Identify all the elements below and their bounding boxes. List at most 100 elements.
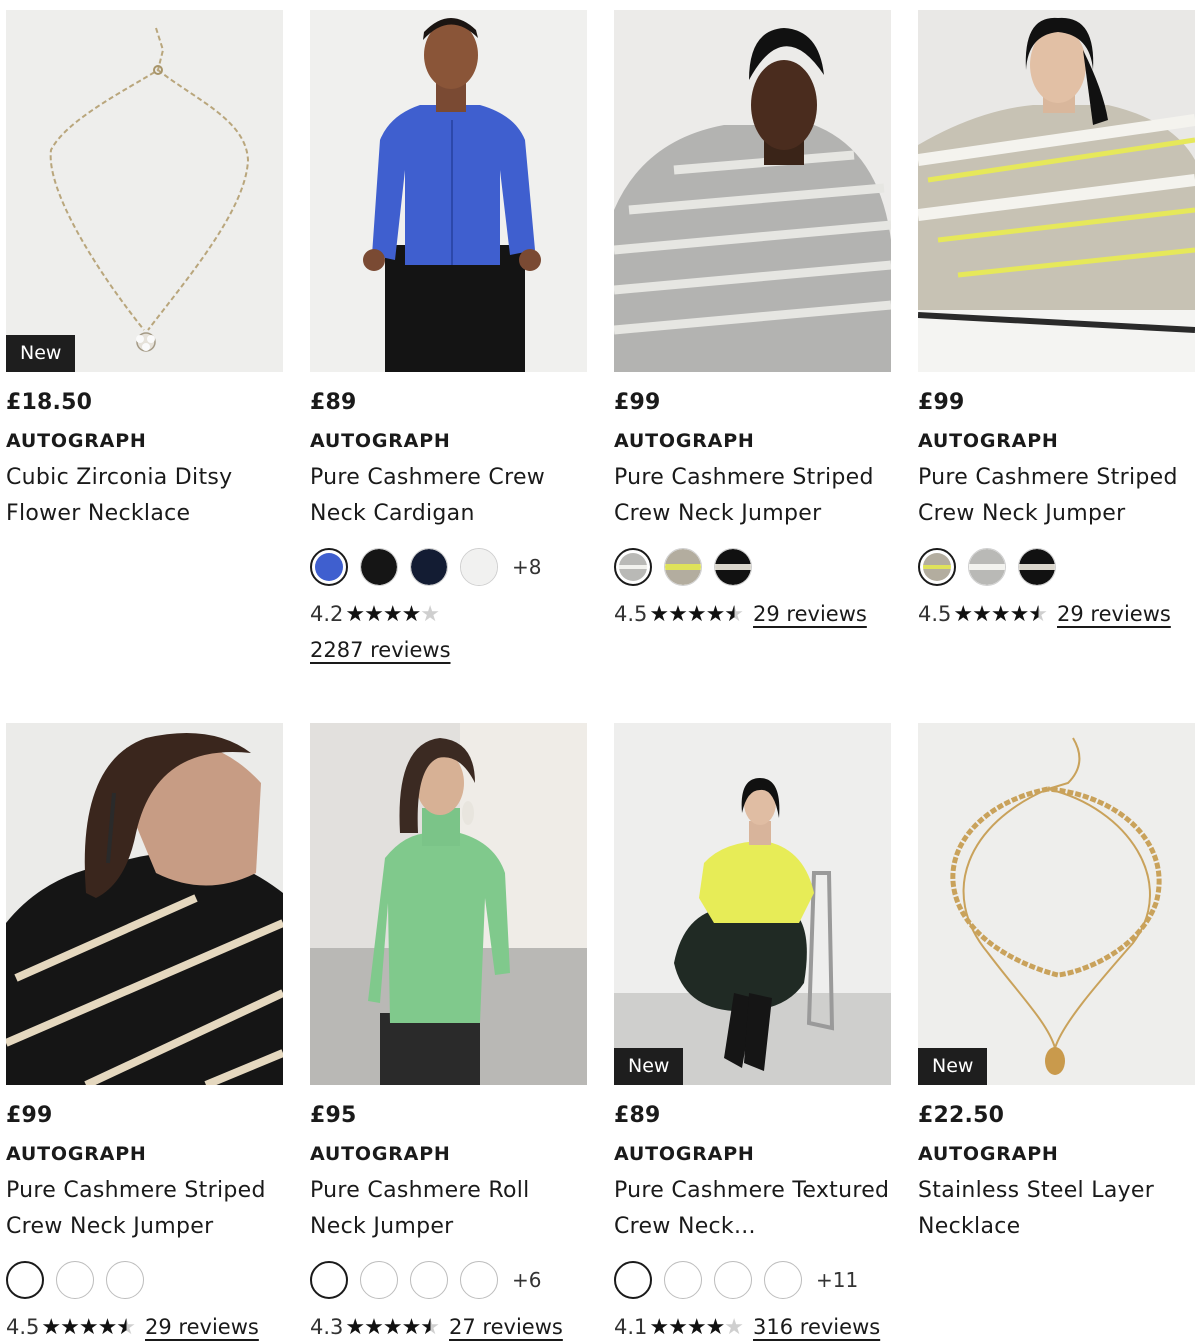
product-brand: AUTOGRAPH bbox=[6, 430, 147, 452]
rating-value: 4.2 bbox=[310, 602, 344, 626]
product-rating: 4.5 ★★★★★ 29 reviews bbox=[6, 1313, 283, 1341]
product-price: £89 bbox=[614, 1103, 661, 1128]
colour-swatch[interactable] bbox=[360, 1261, 398, 1299]
product-card[interactable]: £95 AUTOGRAPH Pure Cashmere Roll Neck Ju… bbox=[310, 723, 587, 1342]
colour-swatch-ivory[interactable] bbox=[460, 548, 498, 586]
model-image bbox=[310, 10, 587, 372]
product-title[interactable]: Pure Cashmere Textured Crew Neck... bbox=[614, 1173, 891, 1245]
more-colours[interactable]: +8 bbox=[512, 555, 541, 579]
rating-value: 4.5 bbox=[614, 602, 648, 626]
product-price: £99 bbox=[918, 390, 965, 415]
rating-value: 4.3 bbox=[310, 1315, 344, 1339]
product-brand: AUTOGRAPH bbox=[614, 430, 755, 452]
product-image[interactable]: New bbox=[6, 10, 283, 372]
product-image[interactable] bbox=[310, 10, 587, 372]
colour-swatch[interactable] bbox=[664, 1261, 702, 1299]
reviews-link[interactable]: 27 reviews bbox=[449, 1315, 563, 1339]
star-rating-icon: ★★★★★ bbox=[649, 1314, 744, 1340]
product-price: £99 bbox=[614, 390, 661, 415]
product-brand: AUTOGRAPH bbox=[614, 1143, 755, 1165]
colour-swatch-black-stripe[interactable] bbox=[1018, 548, 1056, 586]
colour-swatch-blue[interactable] bbox=[310, 548, 348, 586]
product-row: £99 AUTOGRAPH Pure Cashmere Striped Crew… bbox=[6, 723, 1197, 1342]
model-image bbox=[614, 10, 891, 372]
product-rating: 4.1 ★★★★★ 316 reviews bbox=[614, 1313, 891, 1341]
colour-swatch-grey-stripe[interactable] bbox=[968, 548, 1006, 586]
product-rating: 4.5 ★★★★★ 29 reviews bbox=[614, 600, 891, 628]
product-brand: AUTOGRAPH bbox=[918, 430, 1059, 452]
product-card[interactable]: New £22.50 AUTOGRAPH Stainless Steel Lay… bbox=[918, 723, 1195, 1342]
colour-swatch[interactable] bbox=[310, 1261, 348, 1299]
colour-swatch[interactable] bbox=[106, 1261, 144, 1299]
reviews-link[interactable]: 29 reviews bbox=[145, 1315, 259, 1339]
product-row: New £18.50 AUTOGRAPH Cubic Zirconia Dits… bbox=[6, 10, 1197, 723]
product-brand: AUTOGRAPH bbox=[310, 1143, 451, 1165]
product-card[interactable]: New £89 AUTOGRAPH Pure Cashmere Textured… bbox=[614, 723, 891, 1342]
colour-swatch[interactable] bbox=[410, 1261, 448, 1299]
colour-swatch-navy[interactable] bbox=[410, 548, 448, 586]
necklace-image bbox=[918, 723, 1195, 1085]
product-title[interactable]: Cubic Zirconia Ditsy Flower Necklace bbox=[6, 460, 283, 532]
product-card[interactable]: £99 AUTOGRAPH Pure Cashmere Striped Crew… bbox=[918, 10, 1195, 723]
colour-swatch-black[interactable] bbox=[360, 548, 398, 586]
product-title[interactable]: Pure Cashmere Crew Neck Cardigan bbox=[310, 460, 587, 532]
product-grid: New £18.50 AUTOGRAPH Cubic Zirconia Dits… bbox=[6, 10, 1197, 1342]
product-card[interactable]: £99 AUTOGRAPH Pure Cashmere Striped Crew… bbox=[614, 10, 891, 723]
new-badge: New bbox=[6, 335, 76, 372]
product-rating: 4.2 ★★★★★ bbox=[310, 600, 587, 628]
rating-value: 4.5 bbox=[6, 1315, 40, 1339]
star-rating-icon: ★★★★★ bbox=[345, 1314, 440, 1340]
colour-swatch[interactable] bbox=[614, 1261, 652, 1299]
star-rating-icon: ★★★★★ bbox=[953, 601, 1048, 627]
new-badge: New bbox=[614, 1048, 684, 1085]
product-card[interactable]: £99 AUTOGRAPH Pure Cashmere Striped Crew… bbox=[6, 723, 283, 1342]
reviews-link[interactable]: 29 reviews bbox=[1057, 602, 1171, 626]
colour-swatches: +6 bbox=[310, 1261, 587, 1299]
product-price: £22.50 bbox=[918, 1103, 1005, 1128]
colour-swatch-black-stripe[interactable] bbox=[714, 548, 752, 586]
product-image[interactable] bbox=[310, 723, 587, 1085]
product-title[interactable]: Pure Cashmere Striped Crew Neck Jumper bbox=[918, 460, 1195, 532]
colour-swatch[interactable] bbox=[764, 1261, 802, 1299]
product-image[interactable] bbox=[918, 10, 1195, 372]
product-price: £89 bbox=[310, 390, 357, 415]
necklace-image bbox=[6, 10, 283, 372]
colour-swatch-oatmeal-stripe[interactable] bbox=[664, 548, 702, 586]
product-price: £99 bbox=[6, 1103, 53, 1128]
star-rating-icon: ★★★★★ bbox=[345, 601, 440, 627]
more-colours[interactable]: +6 bbox=[512, 1268, 541, 1292]
product-rating: 4.3 ★★★★★ 27 reviews bbox=[310, 1313, 587, 1341]
colour-swatches bbox=[918, 548, 1195, 586]
colour-swatch[interactable] bbox=[56, 1261, 94, 1299]
rating-value: 4.5 bbox=[918, 602, 952, 626]
colour-swatch[interactable] bbox=[460, 1261, 498, 1299]
product-title[interactable]: Stainless Steel Layer Necklace bbox=[918, 1173, 1195, 1245]
reviews-link[interactable]: 2287 reviews bbox=[310, 638, 587, 662]
colour-swatch[interactable] bbox=[6, 1261, 44, 1299]
product-image[interactable]: New bbox=[918, 723, 1195, 1085]
product-image[interactable] bbox=[6, 723, 283, 1085]
colour-swatch[interactable] bbox=[714, 1261, 752, 1299]
colour-swatch-oatmeal-stripe[interactable] bbox=[918, 548, 956, 586]
product-title[interactable]: Pure Cashmere Striped Crew Neck Jumper bbox=[614, 460, 891, 532]
star-rating-icon: ★★★★★ bbox=[649, 601, 744, 627]
reviews-link[interactable]: 29 reviews bbox=[753, 602, 867, 626]
colour-swatch-grey-stripe[interactable] bbox=[614, 548, 652, 586]
product-image[interactable]: New bbox=[614, 723, 891, 1085]
product-brand: AUTOGRAPH bbox=[310, 430, 451, 452]
more-colours[interactable]: +11 bbox=[816, 1268, 858, 1292]
product-brand: AUTOGRAPH bbox=[6, 1143, 147, 1165]
star-rating-icon: ★★★★★ bbox=[41, 1314, 136, 1340]
model-image bbox=[918, 10, 1195, 372]
colour-swatches: +11 bbox=[614, 1261, 891, 1299]
product-title[interactable]: Pure Cashmere Roll Neck Jumper bbox=[310, 1173, 587, 1245]
model-image bbox=[310, 723, 587, 1085]
product-card[interactable]: New £18.50 AUTOGRAPH Cubic Zirconia Dits… bbox=[6, 10, 283, 723]
rating-value: 4.1 bbox=[614, 1315, 648, 1339]
product-price: £18.50 bbox=[6, 390, 93, 415]
model-image bbox=[6, 723, 283, 1085]
product-card[interactable]: £89 AUTOGRAPH Pure Cashmere Crew Neck Ca… bbox=[310, 10, 587, 723]
product-title[interactable]: Pure Cashmere Striped Crew Neck Jumper bbox=[6, 1173, 283, 1245]
product-image[interactable] bbox=[614, 10, 891, 372]
reviews-link[interactable]: 316 reviews bbox=[753, 1315, 880, 1339]
